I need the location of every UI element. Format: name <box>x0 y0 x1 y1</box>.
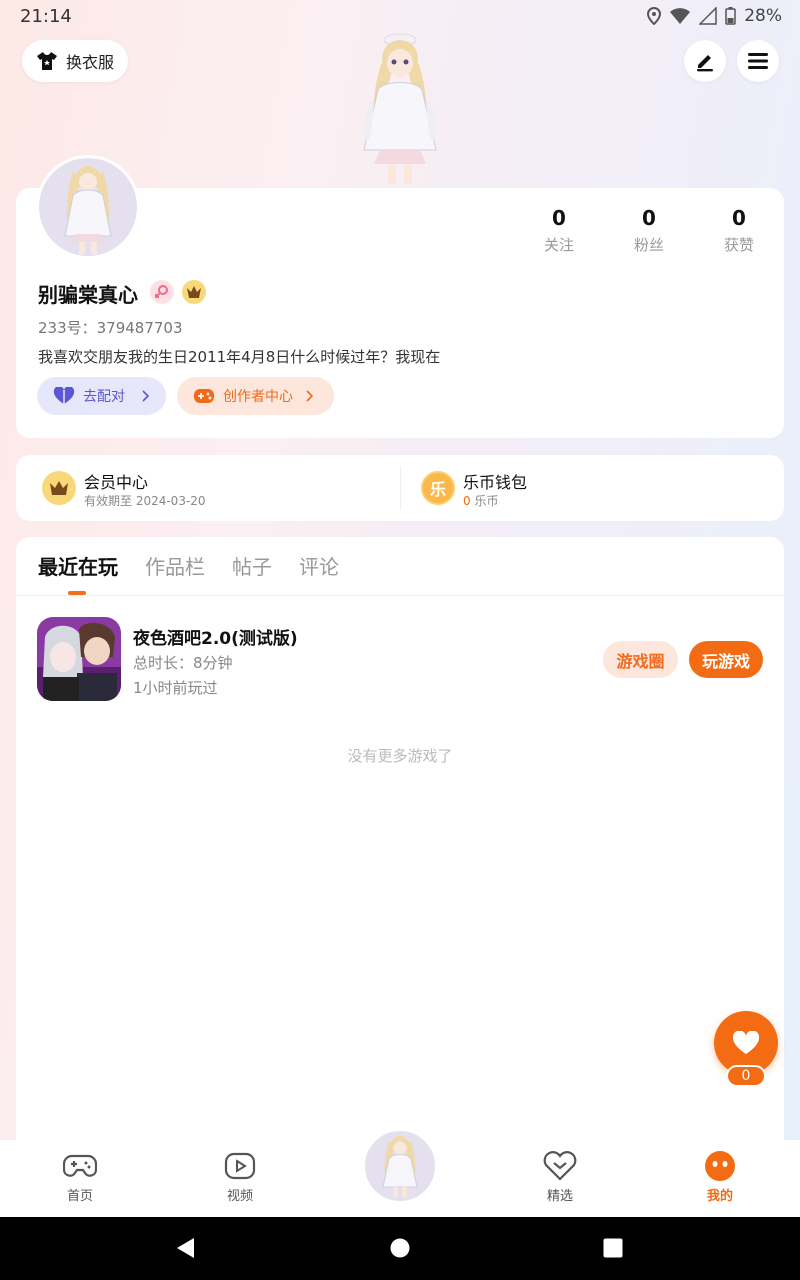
user-id: 233号：379487703 <box>38 319 183 337</box>
nav-mine-label: 我的 <box>706 1189 733 1204</box>
gender-badge <box>150 280 174 304</box>
nav-mine[interactable]: 我的 <box>680 1150 760 1204</box>
wallet-unit: 乐币 <box>470 494 499 508</box>
status-icons: 28% <box>647 6 782 26</box>
wallet-coin-icon[interactable]: 乐 <box>421 471 455 505</box>
favorite-count: 0 <box>726 1065 766 1087</box>
stat-label: 粉丝 <box>633 236 664 254</box>
member-expiry: 有效期至 2024-03-20 <box>84 494 206 508</box>
tab-comments[interactable]: 评论 <box>299 551 339 580</box>
wallet-balance: 0 乐币 <box>463 492 498 509</box>
stat-fans[interactable]: 0 粉丝 <box>604 206 694 255</box>
menu-icon <box>748 53 768 69</box>
crown-icon <box>50 481 68 495</box>
nav-video-label: 视频 <box>226 1189 253 1204</box>
status-bar: 21:14 28% <box>0 0 800 34</box>
play-game-button[interactable]: 玩游戏 <box>689 641 763 678</box>
stat-following[interactable]: 0 关注 <box>514 206 604 255</box>
wifi-icon <box>670 8 691 24</box>
nav-video[interactable]: 视频 <box>200 1150 280 1204</box>
member-center-title[interactable]: 会员中心 <box>84 469 148 493</box>
play-icon <box>224 1152 256 1180</box>
match-label: 去配对 <box>83 389 125 405</box>
creator-label: 创作者中心 <box>223 389 293 405</box>
vip-badge <box>182 280 206 304</box>
stat-value: 0 <box>732 206 746 230</box>
nav-featured[interactable]: 精选 <box>520 1150 600 1204</box>
stat-label: 关注 <box>543 236 574 254</box>
tab-divider <box>16 595 784 596</box>
username: 别骗棠真心 <box>38 283 138 307</box>
menu-button[interactable] <box>737 40 779 82</box>
location-icon <box>647 7 662 25</box>
stat-likes[interactable]: 0 获赞 <box>694 206 784 255</box>
avatar-figure-icon <box>382 1136 418 1197</box>
nav-center-avatar[interactable] <box>362 1128 438 1204</box>
avatar-figure-icon <box>64 166 112 254</box>
profile-stats: 0 关注 0 粉丝 0 获赞 <box>514 206 784 255</box>
stat-label: 获赞 <box>723 236 754 254</box>
signal-icon <box>699 7 717 25</box>
heart-icon <box>732 1031 760 1054</box>
gamepad-icon <box>194 389 214 403</box>
gamepad-icon <box>63 1154 97 1177</box>
nav-home-label: 首页 <box>66 1189 93 1204</box>
game-circle-button[interactable]: 游戏圈 <box>603 641 678 678</box>
tab-recent-played[interactable]: 最近在玩 <box>38 551 118 580</box>
recents-icon[interactable] <box>602 1236 624 1260</box>
user-bio: 我喜欢交朋友我的生日2011年4月8日什么时候过年？我现在 <box>38 348 441 366</box>
heart-chat-icon <box>543 1151 577 1181</box>
outfit-label: 换衣服 <box>65 53 114 72</box>
stat-value: 0 <box>552 206 566 230</box>
shirt-icon <box>36 52 57 70</box>
change-outfit-button[interactable]: 换衣服 <box>22 40 128 82</box>
no-more-text: 没有更多游戏了 <box>347 747 453 765</box>
game-duration: 总时长：8分钟 <box>133 654 233 672</box>
edit-button[interactable] <box>684 40 726 82</box>
nav-featured-label: 精选 <box>546 1189 573 1204</box>
character-figure[interactable] <box>340 32 460 188</box>
chevron-right-icon <box>142 390 149 402</box>
profile-tabs: 最近在玩 作品栏 帖子 评论 <box>38 551 339 580</box>
pen-icon <box>697 55 713 72</box>
back-icon[interactable] <box>174 1236 196 1260</box>
smiley-icon <box>705 1151 735 1181</box>
wallet-amount: 0 <box>463 494 471 508</box>
divider <box>400 466 401 510</box>
female-icon <box>155 285 168 298</box>
battery-icon <box>725 7 736 25</box>
game-icon[interactable] <box>37 617 121 701</box>
match-button[interactable]: 去配对 <box>37 377 166 415</box>
avatar[interactable] <box>36 155 140 259</box>
stat-value: 0 <box>642 206 656 230</box>
crown-icon <box>187 286 201 298</box>
battery-level: 28% <box>744 6 782 26</box>
tab-posts[interactable]: 帖子 <box>232 551 272 580</box>
game-cover-icon <box>37 617 121 701</box>
game-title[interactable]: 夜色酒吧2.0(测试版) <box>133 624 298 649</box>
tab-works[interactable]: 作品栏 <box>145 551 205 580</box>
heart-match-icon <box>53 387 75 404</box>
content-card <box>16 537 784 1157</box>
coin-char: 乐 <box>429 480 446 499</box>
chevron-right-icon <box>306 390 313 402</box>
wallet-title[interactable]: 乐币钱包 <box>463 469 527 493</box>
status-time: 21:14 <box>20 6 72 27</box>
game-last-played: 1小时前玩过 <box>133 679 218 697</box>
nav-home[interactable]: 首页 <box>40 1150 120 1204</box>
member-center-icon[interactable] <box>42 471 76 505</box>
home-icon[interactable] <box>389 1236 411 1260</box>
creator-center-button[interactable]: 创作者中心 <box>177 377 334 415</box>
